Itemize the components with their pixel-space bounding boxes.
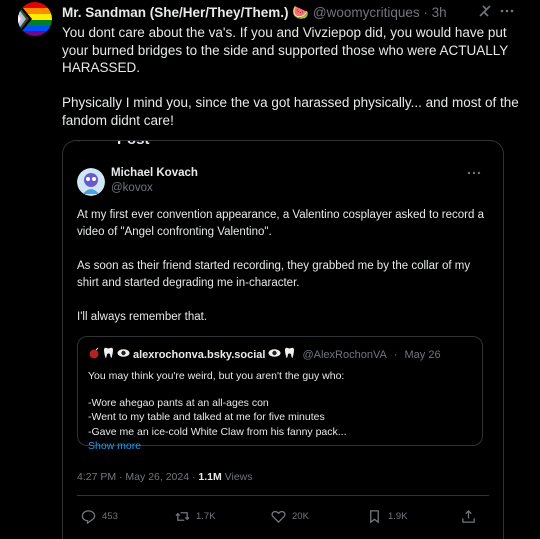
share-button[interactable]: [461, 509, 476, 524]
quoted-paragraph: At my first ever convention appearance, …: [77, 209, 484, 238]
reply-icon: [81, 509, 96, 524]
repost-icon: [175, 509, 190, 524]
quoted-author-name[interactable]: Michael Kovach: [111, 167, 198, 179]
post-paragraph: Physically I mind you, since the va got …: [62, 95, 519, 128]
more-icon[interactable]: [500, 4, 514, 21]
nested-list-item: -Went to my table and talked at me for f…: [88, 411, 325, 423]
nested-quote-header: alexrochonva.bsky.social @AlexRochonVA ·…: [88, 347, 441, 362]
nested-post-date: May 26: [404, 348, 441, 361]
tooth-icon: [103, 347, 114, 362]
reply-count: 453: [102, 511, 118, 522]
views-label: Views: [224, 471, 253, 483]
eye-icon: [268, 348, 281, 361]
views-count: 1.1M: [198, 471, 222, 483]
nested-intro: You may think you're weird, but you aren…: [88, 370, 345, 382]
nested-quote-card[interactable]: alexrochonva.bsky.social @AlexRochonVA ·…: [77, 336, 483, 452]
nested-list-item: -Gave me an ice-cold White Claw from his…: [88, 425, 347, 438]
show-more-link[interactable]: Show more: [88, 439, 468, 454]
quoted-post-card[interactable]: ← Post Michael Kovach @kovox At my first…: [62, 140, 504, 539]
bookmark-icon: [367, 509, 382, 524]
nested-author-name[interactable]: alexrochonva.bsky.social: [133, 349, 265, 361]
post-header: Mr. Sandman (She/Her/They/Them.) 🍉 @woom…: [62, 5, 447, 20]
author-handle[interactable]: @woomycritiques: [313, 5, 420, 20]
bomb-icon: [88, 347, 100, 362]
post-body: You dont care about the va's. If you and…: [62, 24, 528, 129]
quoted-post-body: At my first ever convention appearance, …: [77, 207, 487, 326]
divider: [77, 495, 489, 496]
more-icon[interactable]: [467, 167, 481, 181]
like-count: 20K: [292, 511, 309, 522]
post-meta: 4:27 PM · May 26, 2024 · 1.1M Views: [77, 471, 253, 483]
action-bar: 453 1.7K 20K 1.9K: [77, 509, 487, 529]
bookmark-count: 1.9K: [388, 511, 408, 522]
repost-button[interactable]: 1.7K: [175, 509, 216, 524]
author-avatar[interactable]: [18, 2, 52, 36]
quoted-paragraph: As soon as their friend started recordin…: [77, 260, 471, 289]
back-arrow-icon[interactable]: ←: [73, 141, 89, 147]
view-title: Post: [117, 141, 150, 148]
repost-count: 1.7K: [196, 511, 216, 522]
bookmark-button[interactable]: 1.9K: [367, 509, 408, 524]
post-time[interactable]: 3h: [432, 5, 447, 20]
quoted-paragraph: I'll always remember that.: [77, 311, 208, 323]
header-actions: [478, 4, 514, 21]
like-button[interactable]: 20K: [271, 509, 309, 524]
nested-quote-body: You may think you're weird, but you aren…: [88, 369, 468, 454]
post-paragraph: You dont care about the va's. If you and…: [62, 25, 509, 75]
quoted-view-header: ← Post: [63, 141, 503, 149]
post-timestamp[interactable]: 4:27 PM · May 26, 2024 ·: [77, 471, 195, 483]
grok-icon[interactable]: [478, 4, 492, 21]
nested-author-handle[interactable]: @AlexRochonVA: [302, 349, 386, 361]
quoted-author-avatar[interactable]: [77, 168, 105, 196]
share-icon: [461, 509, 476, 524]
nested-list-item: -Wore ahegao pants at an all-ages con: [88, 396, 269, 409]
tooth-icon: [284, 347, 295, 362]
quoted-author-handle[interactable]: @kovox: [111, 182, 153, 194]
author-name[interactable]: Mr. Sandman (She/Her/They/Them.) 🍉: [62, 5, 309, 20]
reply-button[interactable]: 453: [81, 509, 118, 524]
eye-icon: [117, 348, 130, 361]
like-icon: [271, 509, 286, 524]
